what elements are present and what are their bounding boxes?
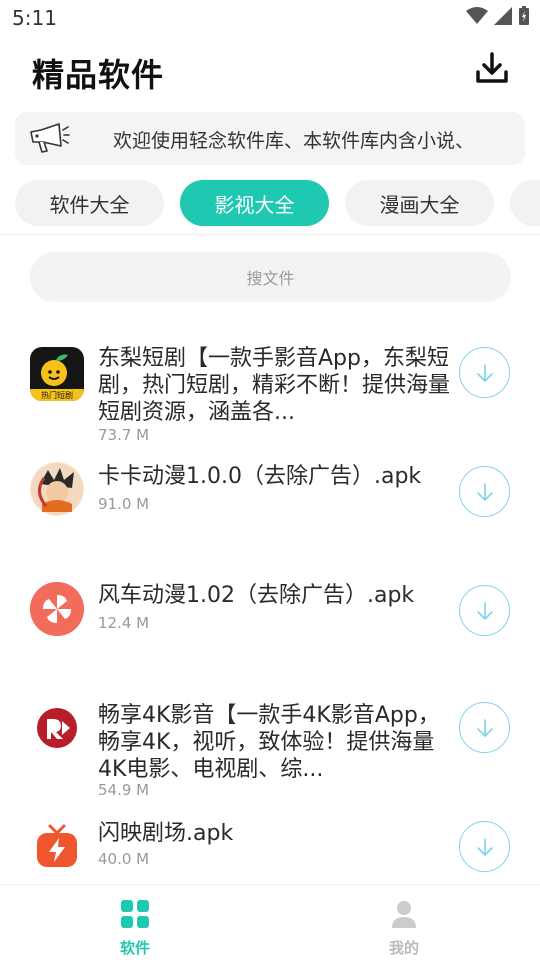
list-item[interactable]: 畅享4K影音【一款手4K影音App，畅享4K，视听，致体验！提供海量4K电影、电… (0, 698, 540, 803)
app-icon-label: 热门短剧 (41, 390, 73, 400)
item-size: 73.7 M (98, 426, 150, 444)
wifi-icon (466, 7, 488, 24)
header: 精品软件 (0, 44, 540, 100)
bottom-nav: 软件 我的 (0, 884, 540, 960)
item-title: 卡卡动漫1.0.0（去除广告）.apk (98, 464, 422, 489)
item-size: 91.0 M (98, 495, 150, 513)
arrow-down-icon (476, 363, 493, 382)
person-icon (392, 901, 416, 928)
download-button[interactable] (459, 821, 510, 872)
item-title: 风车动漫1.02（去除广告）.apk (98, 583, 415, 608)
nav-software[interactable]: 软件 (85, 899, 185, 958)
tab-comics[interactable]: 漫画大全 (345, 180, 494, 226)
tab-video[interactable]: 影视大全 (180, 180, 329, 226)
download-button[interactable] (459, 466, 510, 517)
megaphone-icon (30, 123, 70, 153)
signal-icon (494, 7, 512, 25)
grid-icon (121, 900, 149, 928)
nav-label: 我的 (388, 939, 419, 957)
download-button[interactable] (459, 585, 510, 636)
list-item[interactable]: 热门短剧 东梨短剧【一款手影音App，东梨短剧，热门短剧，精彩不断！提供海量短剧… (0, 340, 540, 450)
download-icon (476, 52, 508, 83)
tab-more[interactable] (510, 180, 540, 226)
status-bar: 5:11 (0, 0, 540, 36)
app-icon (30, 582, 84, 636)
nav-mine[interactable]: 我的 (354, 899, 454, 958)
item-title: 畅享4K影音【一款手4K影音App，畅享4K，视听，致体验！提供海量4K电影、电… (98, 703, 440, 782)
status-time: 5:11 (12, 6, 57, 30)
page-title: 精品软件 (32, 56, 165, 94)
download-manager-button[interactable] (472, 48, 512, 88)
item-size: 40.0 M (98, 850, 150, 868)
list-item[interactable]: 闪映剧场.apk 40.0 M (0, 816, 540, 876)
app-icon (30, 820, 84, 874)
tab-software[interactable]: 软件大全 (15, 180, 164, 226)
notice-banner[interactable]: 欢迎使用轻念软件库、本软件库内含小说、 (15, 112, 525, 165)
arrow-down-icon (476, 837, 493, 856)
arrow-down-icon (476, 601, 493, 620)
status-icons (466, 6, 530, 26)
download-button[interactable] (459, 702, 510, 753)
divider (0, 234, 540, 235)
app-icon (30, 701, 84, 755)
item-size: 12.4 M (98, 614, 150, 632)
notice-text: 欢迎使用轻念软件库、本软件库内含小说、 (113, 130, 475, 152)
item-title: 闪映剧场.apk (98, 821, 234, 846)
app-icon (30, 462, 84, 516)
list-item[interactable]: 风车动漫1.02（去除广告）.apk 12.4 M (0, 577, 540, 637)
arrow-down-icon (476, 482, 493, 501)
item-title: 东梨短剧【一款手影音App，东梨短剧，热门短剧，精彩不断！提供海量短剧资源，涵盖… (98, 346, 451, 425)
arrow-down-icon (476, 718, 493, 737)
list-item[interactable]: 卡卡动漫1.0.0（去除广告）.apk 91.0 M (0, 458, 540, 518)
item-size: 54.9 M (98, 781, 150, 799)
search-input[interactable]: 搜文件 (30, 252, 511, 302)
category-tabs: 软件大全 影视大全 漫画大全 (0, 180, 540, 228)
download-button[interactable] (459, 347, 510, 398)
app-icon: 热门短剧 (30, 347, 84, 401)
battery-icon (519, 6, 529, 25)
nav-label: 软件 (119, 939, 150, 957)
